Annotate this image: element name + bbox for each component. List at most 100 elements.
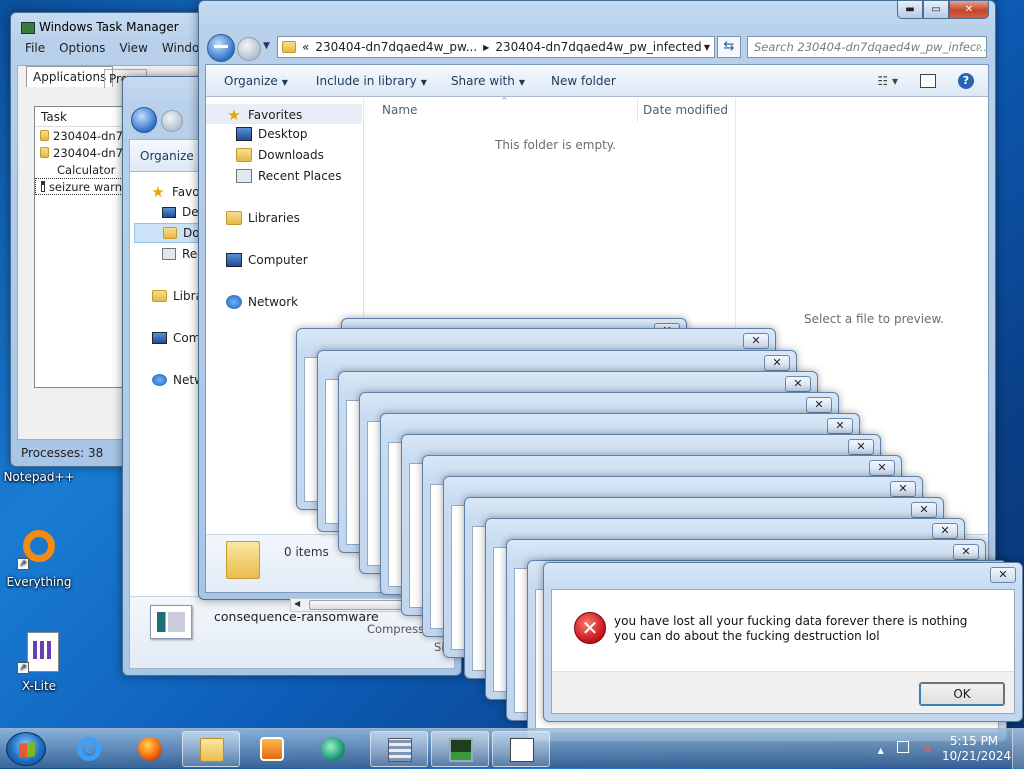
clock[interactable]: 5:15 PM 10/21/2024 bbox=[942, 734, 1011, 764]
everything-icon: ↗ bbox=[17, 528, 61, 572]
taskbar-media-player[interactable] bbox=[243, 731, 301, 767]
column-separator bbox=[637, 98, 638, 122]
column-header-task[interactable]: Task bbox=[35, 107, 123, 127]
taskbar-warning-app[interactable] bbox=[492, 731, 550, 767]
close-button[interactable]: ✕ bbox=[949, 1, 989, 19]
forward-button[interactable] bbox=[161, 110, 183, 132]
nav-computer[interactable]: Computer bbox=[226, 253, 308, 267]
folder-icon bbox=[200, 738, 224, 762]
folder-icon bbox=[282, 41, 296, 53]
breadcrumb-current[interactable]: 230404-dn7dqaed4w_pw_infected bbox=[495, 40, 701, 54]
back-button[interactable] bbox=[131, 107, 157, 133]
nav-downloads[interactable]: Downloads bbox=[236, 148, 324, 162]
dialog-close-button[interactable]: ✕ bbox=[806, 397, 832, 413]
nav-favorites[interactable]: ★ Favorites bbox=[226, 106, 302, 124]
nav-favorites[interactable]: ★ Favo bbox=[150, 183, 199, 201]
calculator-icon bbox=[40, 164, 53, 175]
taskbar-firefox[interactable] bbox=[121, 731, 179, 767]
back-button[interactable] bbox=[207, 34, 235, 62]
taskbar-calculator[interactable] bbox=[370, 731, 428, 767]
breadcrumb-separator-icon: ▶ bbox=[483, 42, 490, 52]
dialog-close-button[interactable]: ✕ bbox=[911, 502, 937, 518]
column-name[interactable]: Name bbox=[382, 103, 417, 117]
share-with-menu[interactable]: Share with ▼ bbox=[441, 74, 535, 88]
network-icon bbox=[152, 374, 167, 386]
dialog-close-button[interactable]: ✕ bbox=[764, 355, 790, 371]
address-dropdown-icon[interactable]: ▼ bbox=[704, 43, 710, 52]
desktop-icon-xlite[interactable]: ↗ X-Lite bbox=[0, 632, 78, 693]
network-status-icon[interactable] bbox=[897, 741, 910, 753]
nav-libraries[interactable]: Libraries bbox=[226, 211, 300, 225]
task-row[interactable]: Calculator bbox=[35, 161, 123, 178]
recent-places-icon bbox=[162, 248, 176, 260]
dialog-close-button[interactable]: ✕ bbox=[785, 376, 811, 392]
libraries-icon bbox=[226, 211, 242, 225]
taskbar: e ▲ ✕ 5:15 PM 10/21/2024 bbox=[0, 728, 1024, 769]
nav-desktop[interactable]: Desktop bbox=[236, 127, 308, 141]
firefox-icon bbox=[138, 737, 162, 761]
dialog-close-button[interactable]: ✕ bbox=[743, 333, 769, 349]
task-row[interactable]: seizure warn bbox=[35, 178, 123, 195]
tab-applications[interactable]: Applications bbox=[26, 66, 114, 87]
search-input[interactable]: Search 230404-dn7dqaed4w_pw_infec... ⌕ bbox=[747, 36, 987, 58]
ok-button[interactable]: OK bbox=[919, 682, 1005, 706]
dialog-close-button[interactable]: ✕ bbox=[932, 523, 958, 539]
dialog-close-button[interactable]: ✕ bbox=[890, 481, 916, 497]
forward-button[interactable] bbox=[237, 37, 261, 61]
nav-recent-places[interactable]: Recent Places bbox=[236, 169, 341, 183]
menu-options[interactable]: Options bbox=[59, 41, 105, 61]
dialog-close-button[interactable]: ✕ bbox=[869, 460, 895, 476]
recent-pages-dropdown-icon[interactable]: ▼ bbox=[263, 41, 270, 51]
scroll-left-arrow-icon[interactable]: ◀ bbox=[294, 599, 300, 608]
menu-view[interactable]: View bbox=[119, 41, 147, 61]
preview-pane-icon[interactable] bbox=[920, 74, 936, 88]
dialog-footer: OK bbox=[552, 671, 1014, 713]
calculator-icon bbox=[388, 738, 412, 762]
maximize-button[interactable]: ▭ bbox=[923, 1, 949, 19]
taskbar-explorer[interactable] bbox=[182, 731, 240, 767]
view-options-icon[interactable]: ☷ ▾ bbox=[877, 74, 898, 88]
taskbar-ie[interactable]: e bbox=[60, 731, 118, 767]
nav-computer[interactable]: Com bbox=[152, 331, 200, 345]
dialog-close-button[interactable]: ✕ bbox=[990, 567, 1016, 583]
computer-icon bbox=[226, 253, 242, 267]
command-bar: Organize ▼ Include in library ▼ Share with… bbox=[206, 65, 988, 97]
volume-muted-icon[interactable]: ✕ bbox=[923, 743, 932, 756]
folder-large-icon bbox=[226, 541, 260, 579]
dialog-close-button[interactable]: ✕ bbox=[827, 418, 853, 434]
address-overflow[interactable]: « bbox=[302, 40, 309, 54]
empty-folder-message: This folder is empty. bbox=[495, 138, 616, 152]
folder-icon bbox=[40, 147, 50, 158]
xlite-icon: ↗ bbox=[17, 632, 61, 676]
taskbar-app-green[interactable] bbox=[304, 731, 362, 767]
minimize-button[interactable]: ▬ bbox=[897, 1, 923, 19]
new-folder-button[interactable]: New folder bbox=[541, 74, 626, 88]
desktop-icon-label: X-Lite bbox=[21, 679, 57, 693]
desktop-icon-notepadpp[interactable]: Notepad++ bbox=[0, 470, 78, 484]
include-in-library-menu[interactable]: Include in library ▼ bbox=[306, 74, 437, 88]
dialog-close-button[interactable]: ✕ bbox=[848, 439, 874, 455]
task-row[interactable]: 230404-dn7 bbox=[35, 127, 123, 144]
column-date-modified[interactable]: Date modified bbox=[643, 103, 728, 117]
dialog-close-button[interactable]: ✕ bbox=[953, 544, 979, 560]
menu-file[interactable]: File bbox=[25, 41, 45, 61]
address-bar[interactable]: « 230404-dn7dqaed4w_pw... ▶ 230404-dn7dq… bbox=[277, 36, 715, 58]
status-processes: Processes: 38 bbox=[21, 446, 104, 460]
start-button[interactable] bbox=[6, 732, 46, 766]
libraries-icon bbox=[152, 290, 167, 302]
nav-network[interactable]: Network bbox=[226, 295, 298, 309]
task-row[interactable]: 230404-dn7 bbox=[35, 144, 123, 161]
error-dialog[interactable]: ✕ ✕ you have lost all your fucking data … bbox=[543, 562, 1023, 722]
desktop-icon-everything[interactable]: ↗ Everything bbox=[0, 528, 78, 589]
nav-libraries[interactable]: Libra bbox=[152, 289, 203, 303]
help-icon[interactable]: ? bbox=[958, 73, 974, 89]
organize-menu[interactable]: Organize ▼ bbox=[206, 74, 298, 88]
nav-network[interactable]: Netw bbox=[152, 373, 204, 387]
refresh-button[interactable]: ⇆ bbox=[717, 36, 741, 58]
breadcrumb-parent[interactable]: 230404-dn7dqaed4w_pw... bbox=[315, 40, 477, 54]
show-hidden-icons-button[interactable]: ▲ bbox=[878, 746, 884, 755]
taskbar-task-manager[interactable] bbox=[431, 731, 489, 767]
show-desktop-button[interactable] bbox=[1012, 729, 1024, 769]
internet-explorer-icon: e bbox=[77, 737, 101, 761]
organize-menu[interactable]: Organize bbox=[130, 149, 204, 163]
